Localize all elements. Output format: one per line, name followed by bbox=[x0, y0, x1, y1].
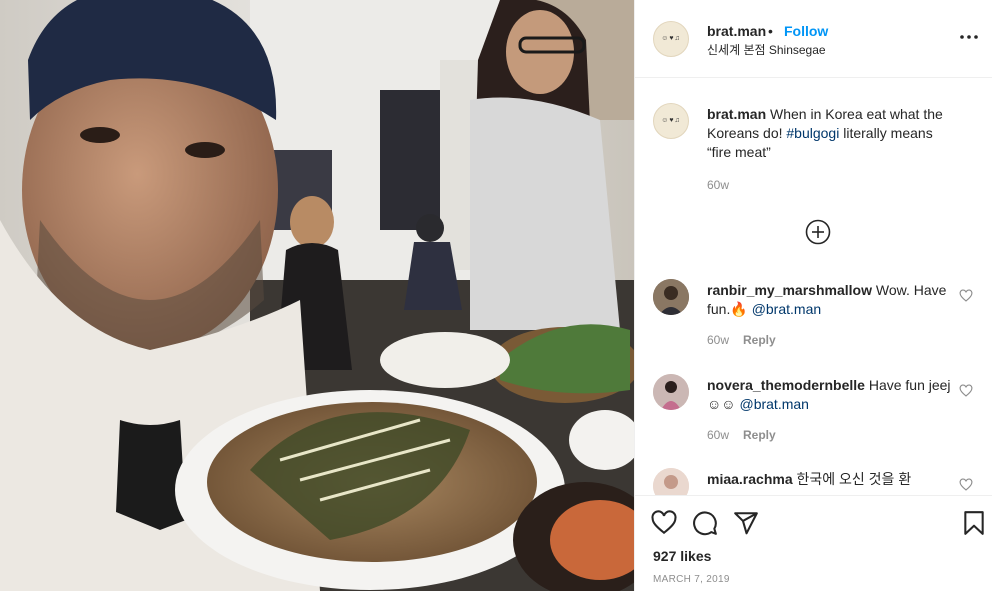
reply-button[interactable]: Reply bbox=[743, 428, 776, 442]
post-header: ☺♥♫ brat.man • Follow 신세계 본점 Shinsegae bbox=[635, 0, 992, 78]
comment-time[interactable]: 60w bbox=[707, 333, 729, 347]
post-actions: 927 likes MARCH 7, 2019 bbox=[635, 495, 992, 591]
caption-text: brat.man When in Korea eat what the Kore… bbox=[707, 105, 957, 162]
author-username[interactable]: brat.man bbox=[707, 23, 766, 39]
comment-meta: 60w Reply bbox=[707, 333, 776, 347]
heart-icon[interactable] bbox=[651, 510, 677, 536]
caption-avatar[interactable]: ☺♥♫ bbox=[653, 103, 689, 139]
avatar-photo bbox=[653, 374, 689, 410]
comment-username[interactable]: miaa.rachma bbox=[707, 471, 793, 487]
comment-like-icon[interactable] bbox=[959, 478, 973, 492]
more-options-icon[interactable] bbox=[957, 27, 981, 47]
post-date[interactable]: MARCH 7, 2019 bbox=[653, 574, 730, 585]
reply-button[interactable]: Reply bbox=[743, 333, 776, 347]
commenter-avatar[interactable] bbox=[653, 374, 689, 410]
bookmark-icon[interactable] bbox=[961, 510, 987, 536]
follow-button[interactable]: Follow bbox=[784, 23, 828, 39]
avatar-logo-glyphs: ☺♥♫ bbox=[661, 117, 681, 124]
comment-icon[interactable] bbox=[692, 510, 718, 536]
plus-circle-icon[interactable] bbox=[805, 219, 831, 245]
post-photo[interactable] bbox=[0, 0, 634, 591]
location-link[interactable]: 신세계 본점 Shinsegae bbox=[707, 41, 826, 58]
post-side-panel: ☺♥♫ brat.man • Follow 신세계 본점 Shinsegae ☺… bbox=[634, 0, 992, 591]
comment-username[interactable]: ranbir_my_marshmallow bbox=[707, 282, 872, 298]
comment-time[interactable]: 60w bbox=[707, 428, 729, 442]
commenter-avatar[interactable] bbox=[653, 279, 689, 315]
mention-link[interactable]: @brat.man bbox=[752, 301, 821, 317]
commenter-avatar[interactable] bbox=[653, 468, 689, 495]
likes-count[interactable]: 927 likes bbox=[653, 548, 711, 564]
comment-text: ranbir_my_marshmallow Wow. Have fun.🔥 @b… bbox=[707, 281, 957, 319]
mention-link[interactable]: @brat.man bbox=[739, 396, 808, 412]
author-avatar[interactable]: ☺♥♫ bbox=[653, 21, 689, 57]
avatar-logo-glyphs: ☺♥♫ bbox=[661, 35, 681, 42]
comment-text: novera_themodernbelle Have fun jeej ☺☺ @… bbox=[707, 376, 957, 414]
instagram-post: ☺♥♫ brat.man • Follow 신세계 본점 Shinsegae ☺… bbox=[0, 0, 992, 591]
comment-text: miaa.rachma 한국에 오신 것을 환 bbox=[707, 470, 957, 489]
restaurant-selfie-image bbox=[0, 0, 634, 591]
paper-plane-icon[interactable] bbox=[733, 510, 759, 536]
caption-timestamp[interactable]: 60w bbox=[707, 178, 729, 192]
avatar-photo bbox=[653, 468, 689, 495]
comment-username[interactable]: novera_themodernbelle bbox=[707, 377, 865, 393]
avatar-photo bbox=[653, 279, 689, 315]
caption-username[interactable]: brat.man bbox=[707, 106, 766, 122]
comment-body: 한국에 오신 것을 환 bbox=[792, 471, 912, 487]
header-separator: • bbox=[768, 23, 773, 39]
comment-meta: 60w Reply bbox=[707, 428, 776, 442]
comments-section[interactable]: ☺♥♫ brat.man When in Korea eat what the … bbox=[635, 79, 992, 495]
caption-time: 60w bbox=[707, 178, 729, 192]
hashtag-link[interactable]: #bulgogi bbox=[786, 125, 839, 141]
comment-like-icon[interactable] bbox=[959, 289, 973, 303]
comment-like-icon[interactable] bbox=[959, 384, 973, 398]
